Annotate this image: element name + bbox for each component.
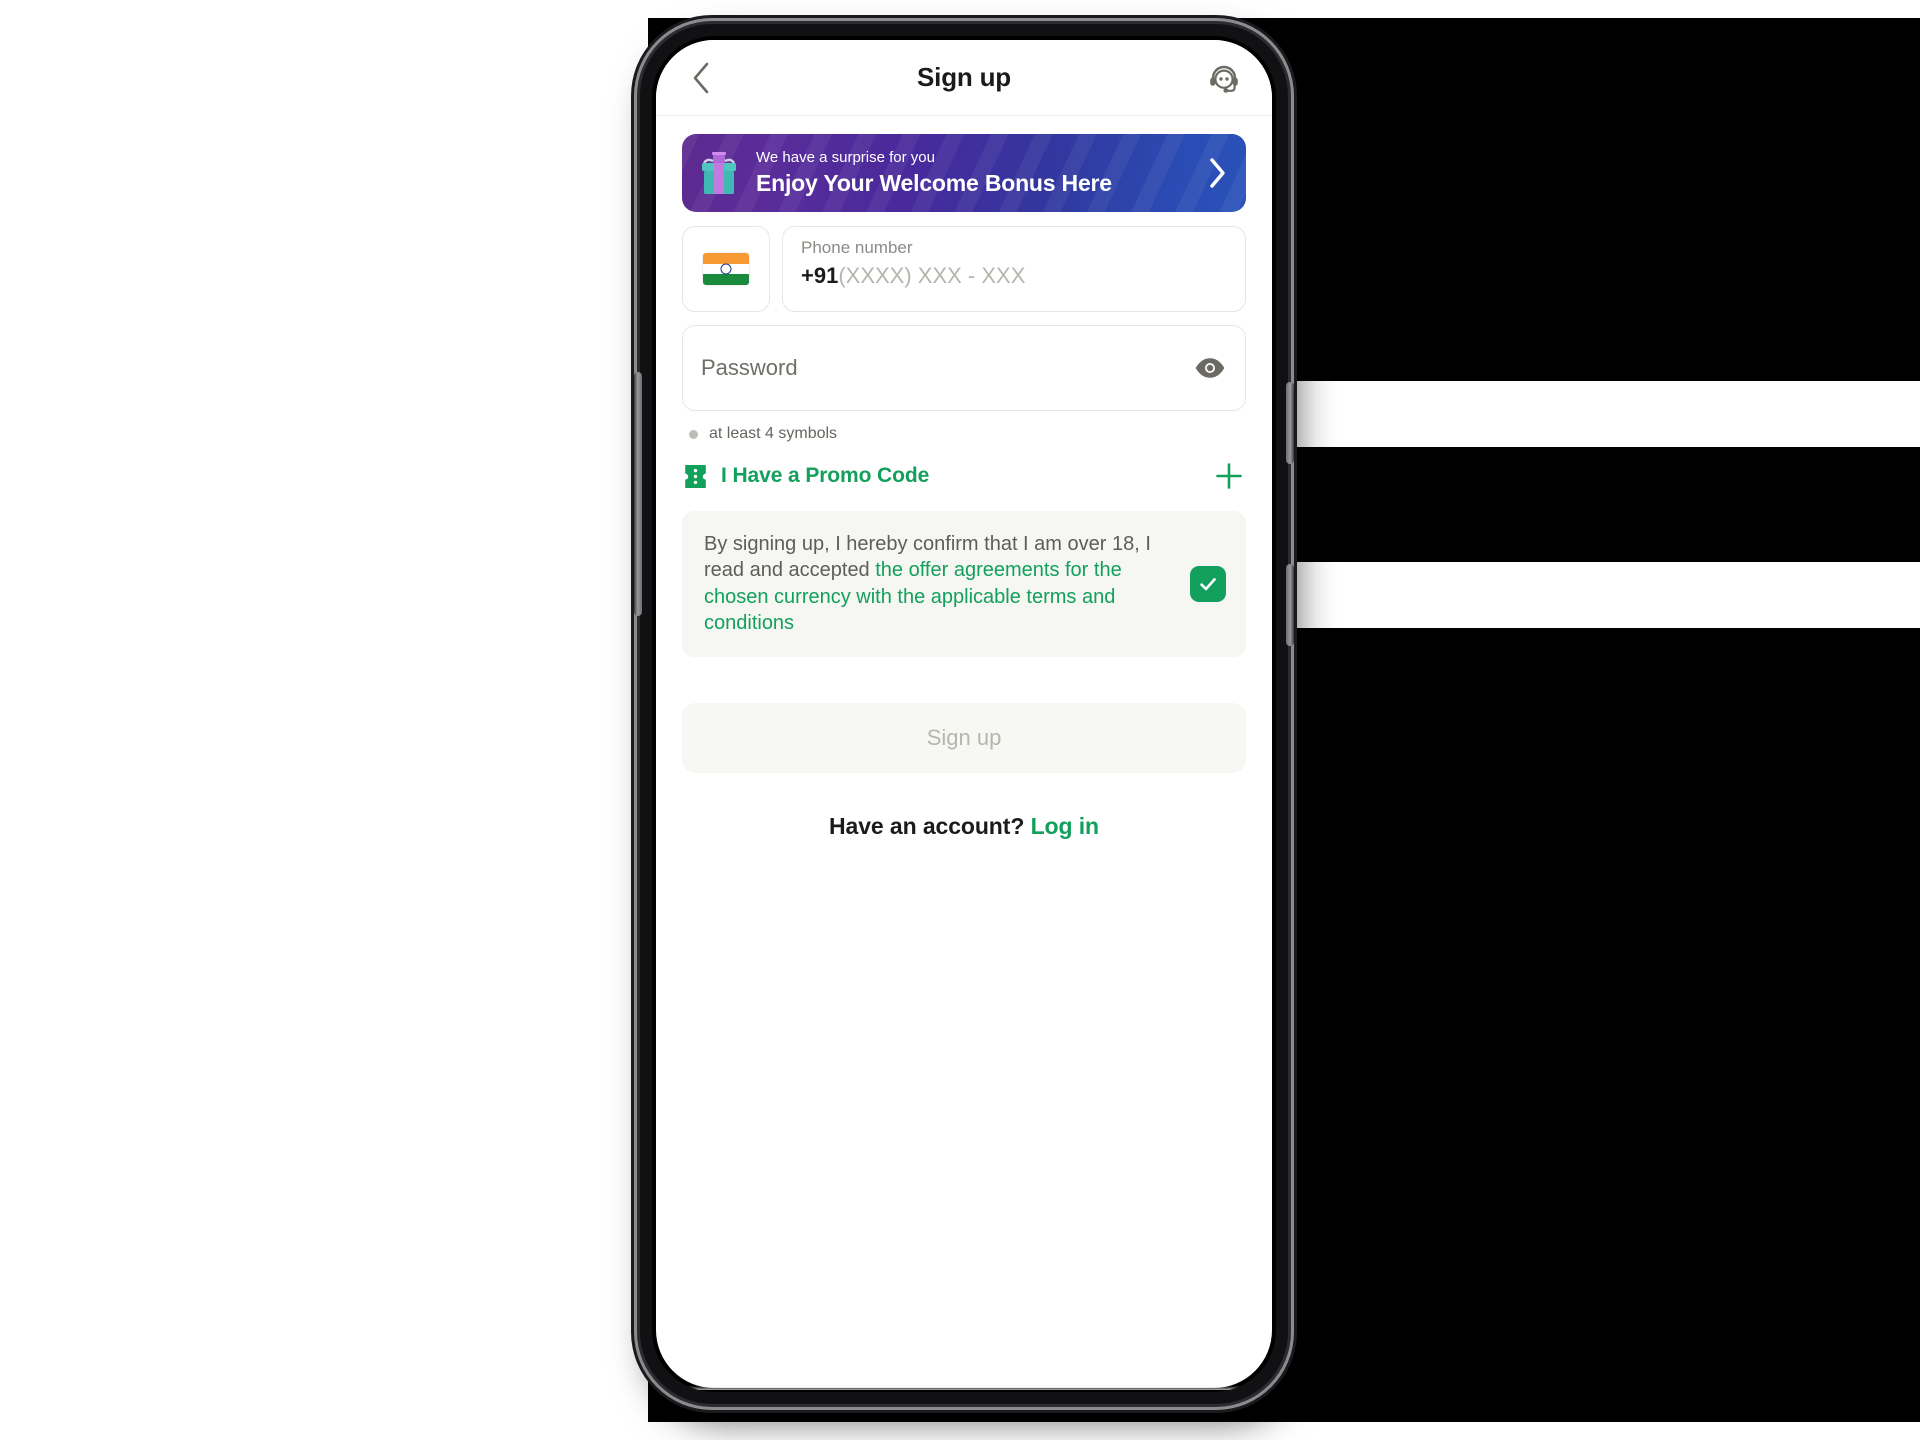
phone-number-placeholder: (XXXX) XXX - XXX — [838, 263, 1026, 289]
phone-number-row: Phone number +91(XXXX) XXX - XXX — [682, 226, 1246, 312]
phone-number-label: Phone number — [801, 238, 913, 257]
phone-number-input[interactable]: Phone number +91(XXXX) XXX - XXX — [782, 226, 1246, 312]
side-button-highlight-upper — [1295, 381, 1920, 447]
terms-checkbox[interactable] — [1190, 565, 1226, 602]
signup-button[interactable]: Sign up — [682, 702, 1246, 773]
gift-icon — [696, 149, 742, 197]
login-link[interactable]: Log in — [1031, 813, 1099, 839]
ticket-icon — [682, 463, 709, 489]
phone-bezel: Sign up We have a surprise for you Enjoy… — [652, 36, 1276, 1392]
promo-code-row[interactable]: I Have a Promo Code — [682, 459, 1246, 493]
bullet-icon — [689, 429, 698, 439]
plus-icon[interactable] — [1212, 459, 1246, 493]
banner-headline: Enjoy Your Welcome Bonus Here — [756, 169, 1112, 196]
promo-code-label: I Have a Promo Code — [721, 464, 930, 487]
screenshot-stage: Sign up We have a surprise for you Enjoy… — [0, 0, 1920, 1440]
side-button-highlight-lower — [1295, 562, 1920, 628]
india-flag-icon — [703, 253, 749, 285]
phone-device-frame: Sign up We have a surprise for you Enjoy… — [634, 24, 1294, 1404]
welcome-bonus-banner[interactable]: We have a surprise for you Enjoy Your We… — [682, 134, 1246, 212]
have-account-text: Have an account? — [829, 812, 1031, 839]
terms-agreement-box: By signing up, I hereby confirm that I a… — [682, 511, 1246, 657]
phone-volume-button[interactable] — [634, 372, 642, 616]
signup-content: We have a surprise for you Enjoy Your We… — [656, 116, 1272, 840]
country-code: +91 — [801, 263, 839, 289]
app-header: Sign up — [656, 40, 1272, 116]
headset-support-icon[interactable] — [1204, 58, 1244, 98]
password-hint: at least 4 symbols — [682, 425, 1246, 443]
back-icon[interactable] — [684, 61, 718, 95]
terms-text: By signing up, I hereby confirm that I a… — [704, 531, 1176, 637]
eye-icon[interactable] — [1193, 351, 1227, 385]
country-selector[interactable] — [682, 226, 770, 312]
password-input[interactable]: Password — [682, 325, 1246, 411]
phone-screen: Sign up We have a surprise for you Enjoy… — [656, 40, 1272, 1388]
phone-side-button-lower[interactable] — [1286, 564, 1294, 646]
banner-text-group: We have a surprise for you Enjoy Your We… — [756, 149, 1112, 198]
have-account-row: Have an account? Log in — [682, 813, 1246, 840]
chevron-right-icon[interactable] — [1206, 155, 1228, 191]
phone-side-button-upper[interactable] — [1286, 382, 1294, 464]
phone-number-value: +91(XXXX) XXX - XXX — [801, 262, 1227, 290]
password-placeholder: Password — [701, 355, 798, 380]
banner-eyebrow: We have a surprise for you — [756, 148, 935, 166]
password-hint-text: at least 4 symbols — [709, 425, 838, 442]
page-title: Sign up — [917, 62, 1011, 92]
